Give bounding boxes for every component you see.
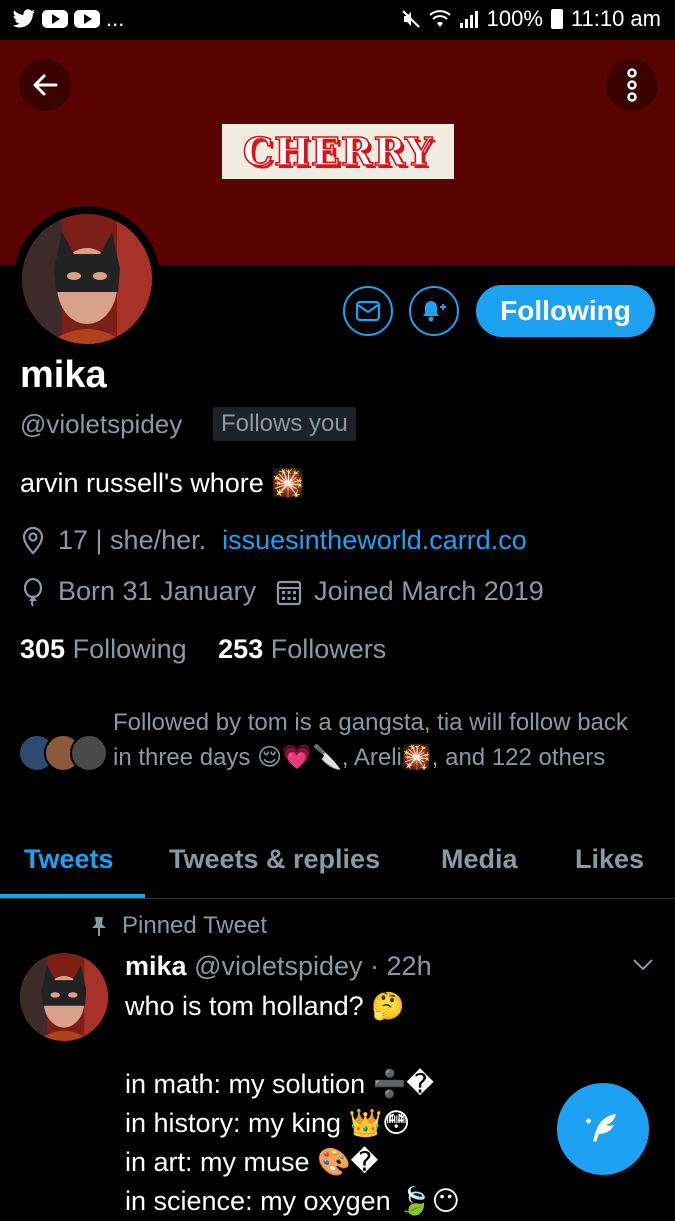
back-button[interactable] [19, 59, 71, 111]
profile-tabs: Tweets Tweets & replies Media Likes [0, 834, 675, 899]
avatar-image [22, 214, 152, 344]
banner-title: CHERRY [242, 128, 434, 175]
followers-label: Followers [270, 634, 387, 664]
profile-handle: @violetspidey [20, 409, 183, 439]
twitter-bird-icon [12, 9, 35, 28]
avatar[interactable] [22, 214, 152, 344]
follows-you-badge: Follows you [213, 407, 356, 441]
mute-icon [401, 10, 420, 28]
calendar-icon [277, 580, 302, 605]
follow-stats: 305 Following 253 Followers [20, 634, 386, 665]
following-button[interactable]: Following [476, 285, 655, 337]
pin-icon [92, 917, 106, 936]
avatar [70, 734, 108, 772]
active-tab-indicator [0, 894, 145, 898]
message-button[interactable] [343, 286, 393, 336]
youtube-icon [42, 10, 68, 28]
status-bar: ... 100% 11:10 am [0, 0, 675, 40]
battery-percent: 100% [486, 6, 543, 31]
pinned-label: Pinned Tweet [122, 912, 267, 939]
display-name: mika [20, 354, 107, 396]
following-count: 305 [20, 634, 66, 664]
banner-logo: CHERRY [222, 124, 454, 179]
wifi-icon [428, 10, 451, 27]
avatar-image [20, 953, 108, 1041]
overflow-indicator: ... [106, 6, 125, 31]
youtube-icon [74, 10, 100, 28]
more-vertical-icon [627, 68, 637, 102]
tab-tweets-replies[interactable]: Tweets & replies [169, 844, 380, 875]
balloon-icon [23, 577, 43, 607]
pinned-indicator: Pinned Tweet [90, 912, 267, 940]
followed-by-text[interactable]: Followed by tom is a gangsta, tia will f… [113, 705, 643, 775]
followers-count: 253 [218, 634, 264, 664]
clock: 11:10 am [570, 6, 661, 31]
profile-bio: arvin russell's whore 🎇 [20, 468, 305, 498]
tab-media[interactable]: Media [441, 844, 518, 875]
tweet-handle-time: @violetspidey · 22h [194, 951, 432, 981]
tweet-header: mika @violetspidey · 22h [125, 951, 432, 982]
tab-tweets[interactable]: Tweets [24, 844, 114, 875]
location-row: 17 | she/her. issuesintheworld.carrd.co [20, 525, 527, 556]
compose-feather-icon [586, 1114, 616, 1142]
compose-tweet-button[interactable] [557, 1083, 649, 1175]
birthday-text: Born 31 January [58, 576, 257, 606]
location-pin-icon [22, 526, 44, 555]
chevron-down-icon[interactable] [632, 958, 654, 972]
website-link[interactable]: issuesintheworld.carrd.co [222, 525, 527, 556]
joined-text: Joined March 2019 [314, 576, 544, 606]
more-options-button[interactable] [606, 59, 658, 111]
tab-likes[interactable]: Likes [575, 844, 644, 875]
following-link[interactable]: 305 Following [20, 634, 187, 664]
notifications-button[interactable] [409, 286, 459, 336]
followers-link[interactable]: 253 Followers [218, 634, 386, 664]
following-label: Following [72, 634, 187, 664]
location-text: 17 | she/her. [58, 525, 207, 555]
tweet-text: who is tom holland? 🤔 in math: my soluti… [125, 991, 460, 1216]
dates-row: Born 31 January Joined March 2019 [20, 576, 544, 607]
battery-icon [550, 9, 563, 29]
tweet-author[interactable]: mika [125, 951, 187, 981]
followed-by-avatars[interactable] [18, 734, 108, 774]
signal-icon [459, 11, 478, 28]
tweet-avatar[interactable] [20, 953, 108, 1041]
mail-icon [355, 300, 381, 322]
back-arrow-icon [33, 74, 58, 96]
bell-plus-icon [423, 301, 446, 322]
